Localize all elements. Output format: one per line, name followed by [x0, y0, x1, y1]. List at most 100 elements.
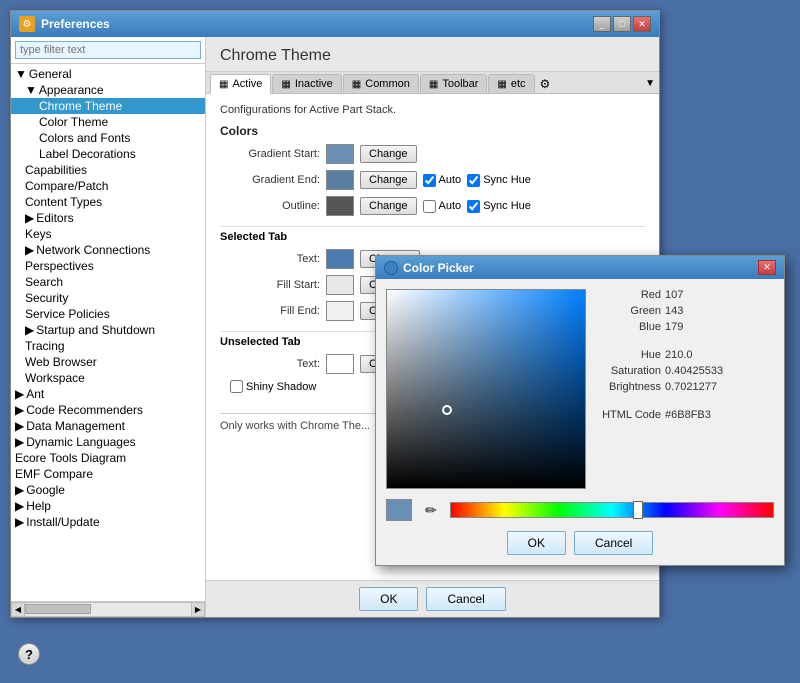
gradient-end-swatch[interactable]: [326, 170, 354, 190]
hue-slider-track[interactable]: [450, 502, 774, 518]
arrow-icon: ▶: [15, 387, 24, 401]
app-icon: ⚙: [19, 16, 35, 32]
tree-item-code-recommenders[interactable]: ▶ Code Recommenders: [11, 402, 205, 418]
sync-hue-row: Sync Hue: [467, 174, 531, 187]
sync-hue-checkbox[interactable]: [467, 174, 480, 187]
tab-active[interactable]: ▦ Active: [210, 74, 271, 94]
scroll-track[interactable]: [25, 602, 191, 617]
tree-item-google[interactable]: ▶ Google: [11, 482, 205, 498]
tree-item-search[interactable]: Search: [11, 274, 205, 290]
tree-item-emf-compare[interactable]: EMF Compare: [11, 466, 205, 482]
scroll-thumb[interactable]: [25, 604, 91, 614]
tree-item-data-management[interactable]: ▶ Data Management: [11, 418, 205, 434]
brightness-row: Brightness 0.7021277: [596, 381, 774, 393]
tree-item-service-policies[interactable]: Service Policies: [11, 306, 205, 322]
unselected-text-swatch[interactable]: [326, 354, 354, 374]
tree-item-workspace[interactable]: Workspace: [11, 370, 205, 386]
tree-item-security[interactable]: Security: [11, 290, 205, 306]
tree-item-perspectives[interactable]: Perspectives: [11, 258, 205, 274]
tab-inactive[interactable]: ▦ Inactive: [272, 74, 341, 93]
tree-item-content-types[interactable]: Content Types: [11, 194, 205, 210]
window-controls: _ □ ✕: [593, 16, 651, 32]
color-picker-title: Color Picker: [403, 261, 474, 275]
green-label: Green: [596, 305, 661, 317]
selected-tab-title: Selected Tab: [220, 231, 645, 243]
tree-item-label: Dynamic Languages: [26, 435, 135, 449]
outline-row: Outline: Change Auto Sync Hue: [220, 196, 645, 216]
color-gradient-area[interactable]: [386, 289, 586, 489]
gradient-end-change-btn[interactable]: Change: [360, 171, 417, 189]
html-code-value: #6B8FB3: [665, 409, 725, 421]
outline-sync-checkbox[interactable]: [467, 200, 480, 213]
tree-item-network[interactable]: ▶ Network Connections: [11, 242, 205, 258]
help-button[interactable]: ?: [18, 643, 40, 665]
outline-swatch[interactable]: [326, 196, 354, 216]
tab-toolbar[interactable]: ▦ Toolbar: [420, 74, 488, 93]
eyedropper-tool[interactable]: ✏: [420, 499, 442, 521]
tree-item-label: Security: [25, 291, 68, 305]
tab-etc[interactable]: ▦ etc: [488, 74, 534, 93]
outline-change-btn[interactable]: Change: [360, 197, 417, 215]
tree-item-install-update[interactable]: ▶ Install/Update: [11, 514, 205, 530]
tree-item-capabilities[interactable]: Capabilities: [11, 162, 205, 178]
selected-text-swatch[interactable]: [326, 249, 354, 269]
outline-label: Outline:: [220, 200, 320, 212]
tree-item-appearance[interactable]: ▼ Appearance: [11, 82, 205, 98]
tree-item-web-browser[interactable]: Web Browser: [11, 354, 205, 370]
tab-label: Inactive: [295, 78, 333, 90]
scroll-right-btn[interactable]: ▶: [191, 602, 205, 617]
tree-item-ecore-tools[interactable]: Ecore Tools Diagram: [11, 450, 205, 466]
minimize-button[interactable]: _: [593, 16, 611, 32]
tree-item-ant[interactable]: ▶ Ant: [11, 386, 205, 402]
tab-settings-icon[interactable]: ⚙: [540, 77, 551, 91]
saturation-row: Saturation 0.40425533: [596, 365, 774, 377]
color-picker-cancel-btn[interactable]: Cancel: [574, 531, 653, 555]
filter-input[interactable]: [15, 41, 201, 59]
tree-item-colors-fonts[interactable]: Colors and Fonts: [11, 130, 205, 146]
tabs-bar: ▦ Active ▦ Inactive ▦ Common ▦ Toolbar ▦: [206, 72, 659, 94]
tree-item-color-theme[interactable]: Color Theme: [11, 114, 205, 130]
tree-item-editors[interactable]: ▶ Editors: [11, 210, 205, 226]
cancel-button[interactable]: Cancel: [426, 587, 505, 611]
fill-end-swatch[interactable]: [326, 301, 354, 321]
color-picker-close-btn[interactable]: ✕: [758, 260, 776, 275]
shiny-shadow-checkbox[interactable]: [230, 380, 243, 393]
tree-item-label: Content Types: [25, 195, 102, 209]
tree-item-keys[interactable]: Keys: [11, 226, 205, 242]
gradient-start-swatch[interactable]: [326, 144, 354, 164]
tabs-dropdown[interactable]: ▼: [645, 78, 655, 89]
arrow-icon: ▶: [25, 243, 34, 257]
auto-checkbox[interactable]: [423, 174, 436, 187]
tree-item-help[interactable]: ▶ Help: [11, 498, 205, 514]
tree-item-startup[interactable]: ▶ Startup and Shutdown: [11, 322, 205, 338]
arrow-icon: ▼: [15, 67, 27, 81]
close-button[interactable]: ✕: [633, 16, 651, 32]
outline-auto-checkbox[interactable]: [423, 200, 436, 213]
tree-item-general[interactable]: ▼ General: [11, 66, 205, 82]
hue-slider-thumb[interactable]: [633, 501, 643, 519]
tab-common[interactable]: ▦ Common: [343, 74, 419, 93]
gradient-start-change-btn[interactable]: Change: [360, 145, 417, 163]
blue-value: 179: [665, 321, 725, 333]
tree-item-compare[interactable]: Compare/Patch: [11, 178, 205, 194]
horizontal-scrollbar[interactable]: ◀ ▶: [11, 601, 205, 617]
maximize-button[interactable]: □: [613, 16, 631, 32]
tree-item-chrome-theme[interactable]: Chrome Theme: [11, 98, 205, 114]
tab-label: etc: [511, 78, 526, 90]
tree-item-dynamic-languages[interactable]: ▶ Dynamic Languages: [11, 434, 205, 450]
outline-auto-row: Auto: [423, 200, 462, 213]
color-picker-ok-btn[interactable]: OK: [507, 531, 566, 555]
tree-item-label: EMF Compare: [15, 467, 93, 481]
tree-item-label: Label Decorations: [39, 147, 136, 161]
green-value: 143: [665, 305, 725, 317]
left-panel: ▼ General ▼ Appearance Chrome Theme Colo…: [11, 37, 206, 617]
tree-item-label-deco[interactable]: Label Decorations: [11, 146, 205, 162]
tree-item-tracing[interactable]: Tracing: [11, 338, 205, 354]
tab-label: Common: [365, 78, 410, 90]
tree-item-label: Appearance: [39, 83, 104, 97]
tree-item-label: Service Policies: [25, 307, 110, 321]
ok-button[interactable]: OK: [359, 587, 418, 611]
fill-start-swatch[interactable]: [326, 275, 354, 295]
scroll-left-btn[interactable]: ◀: [11, 602, 25, 617]
tree-item-label: Tracing: [25, 339, 65, 353]
